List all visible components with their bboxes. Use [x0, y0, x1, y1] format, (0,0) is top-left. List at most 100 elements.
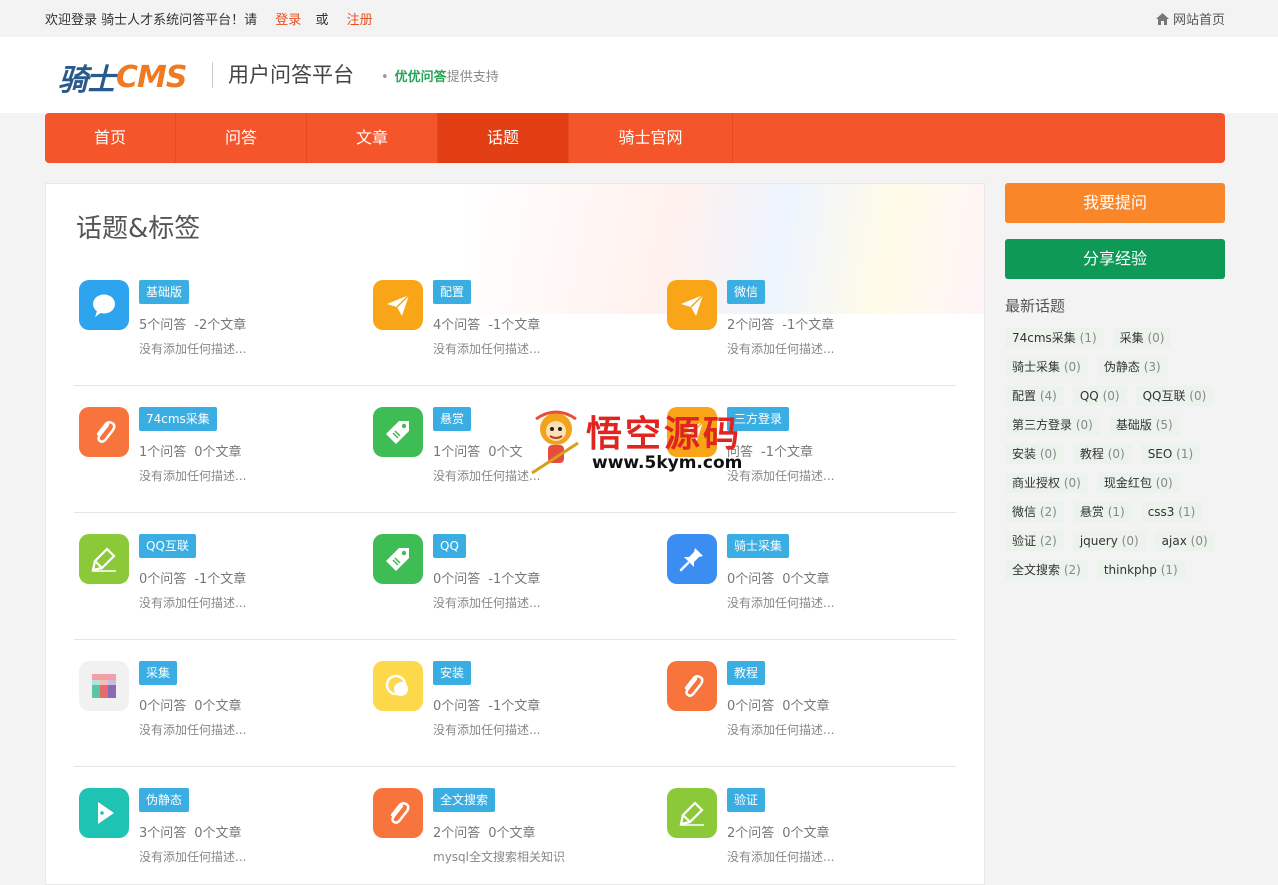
sidebar-topic-tag[interactable]: 安装 (0) [1005, 444, 1064, 464]
topic-article-count: -1个文章 [488, 699, 541, 714]
paperclip-icon[interactable] [373, 788, 423, 838]
price-tag-icon[interactable] [373, 534, 423, 584]
topic-tag[interactable]: 悬赏 [433, 407, 472, 431]
topic-stats: 1个问答 0个文 [433, 441, 523, 460]
sidebar-topic-tag[interactable]: css3 (1) [1140, 502, 1203, 522]
topic-answer-count: 0个问答 [727, 699, 775, 714]
sidebar-topic-tag[interactable]: ajax (0) [1154, 531, 1215, 551]
topic-tag[interactable]: 全文搜索 [433, 788, 496, 812]
highlighter-icon[interactable] [667, 788, 717, 838]
topic-tag[interactable]: 骑士采集 [727, 534, 790, 558]
topic-tag[interactable]: QQ [433, 534, 466, 558]
tag-name: 全文搜索 [1012, 563, 1061, 577]
color-grid-icon[interactable] [79, 661, 129, 711]
topic-tag[interactable]: 伪静态 [139, 788, 190, 812]
tag-count: (0) [1147, 331, 1165, 345]
sidebar-topic-tag[interactable]: 现金红包 (0) [1096, 473, 1180, 493]
tag-count: (1) [1176, 447, 1194, 461]
tag-count: (2) [1039, 505, 1057, 519]
topic-tag[interactable]: 基础版 [139, 280, 190, 304]
support-brand[interactable]: 优优问答 [395, 70, 447, 85]
share-experience-button[interactable]: 分享经验 [1005, 239, 1225, 279]
sidebar-topic-tag[interactable]: 74cms采集 (1) [1005, 328, 1104, 348]
topic-tag[interactable]: QQ互联 [139, 534, 196, 558]
topic-article-count: 0个文章 [488, 826, 536, 841]
topic-stats: 4个问答 -1个文章 [433, 314, 540, 333]
paper-plane-icon[interactable] [667, 280, 717, 330]
sidebar-topic-tag[interactable]: 微信 (2) [1005, 502, 1064, 522]
paper-plane-icon[interactable] [373, 280, 423, 330]
sidebar-topic-tag[interactable]: 全文搜索 (2) [1005, 560, 1088, 580]
tag-count: (0) [1039, 447, 1057, 461]
header: 骑士 CMS 用户问答平台 • 优优问答提供支持 [0, 37, 1278, 113]
site-logo[interactable]: 骑士 CMS [58, 55, 187, 99]
topic-tag[interactable]: 微信 [727, 280, 766, 304]
sidebar-topic-tag[interactable]: QQ (0) [1072, 386, 1127, 406]
sidebar-topic-tag[interactable]: 教程 (0) [1072, 444, 1132, 464]
login-link[interactable]: 登录 [275, 13, 301, 28]
logo-divider [212, 62, 213, 88]
topic-answer-count: 5个问答 [139, 318, 187, 333]
topic-tag[interactable]: 采集 [139, 661, 178, 685]
topic-article-count: 0个文章 [194, 826, 242, 841]
pushpin-icon[interactable] [667, 534, 717, 584]
nav-item-qa[interactable]: 问答 [176, 113, 307, 163]
sidebar-topic-tag[interactable]: thinkphp (1) [1096, 560, 1185, 580]
topic-article-count: -1个文章 [488, 572, 541, 587]
sidebar-topic-tag[interactable]: 伪静态 (3) [1096, 357, 1168, 377]
nav-item-official-site[interactable]: 骑士官网 [569, 113, 733, 163]
topic-stats: 2个问答 -1个文章 [727, 314, 834, 333]
sidebar-topic-tag[interactable]: 商业授权 (0) [1005, 473, 1088, 493]
nav-item-home[interactable]: 首页 [45, 113, 176, 163]
watermark: 悟空源码 www.5kym.com [530, 405, 760, 477]
tag-count: (3) [1143, 360, 1161, 374]
tag-count: (4) [1039, 389, 1057, 403]
play-icon[interactable] [79, 788, 129, 838]
topic-stats: 2个问答 0个文章 [727, 822, 830, 841]
sidebar-topic-tag[interactable]: 配置 (4) [1005, 386, 1064, 406]
sidebar-topic-tag[interactable]: 骑士采集 (0) [1005, 357, 1088, 377]
sidebar-topic-tag[interactable]: 悬赏 (1) [1072, 502, 1132, 522]
tag-name: ajax [1161, 534, 1187, 548]
topic-answer-count: 1个问答 [433, 445, 481, 460]
price-tag-icon[interactable] [373, 407, 423, 457]
topic-tag[interactable]: 74cms采集 [139, 407, 217, 431]
sidebar-topic-tag[interactable]: 第三方登录 (0) [1005, 415, 1100, 435]
topic-description: 没有添加任何描述... [139, 342, 247, 356]
topic-article-count: 0个文章 [782, 699, 830, 714]
topic-tag[interactable]: 配置 [433, 280, 472, 304]
circles-icon[interactable] [373, 661, 423, 711]
topic-tag[interactable]: 验证 [727, 788, 766, 812]
topic-description: mysql全文搜索相关知识 [433, 850, 565, 864]
sidebar: 我要提问 分享经验 最新话题 74cms采集 (1) 采集 (0) 骑士采集 (0)… [1005, 183, 1225, 589]
topic-stats: 0个问答 -1个文章 [433, 568, 540, 587]
sidebar-topic-tag[interactable]: 验证 (2) [1005, 531, 1064, 551]
nav-item-articles[interactable]: 文章 [307, 113, 438, 163]
tag-name: 第三方登录 [1012, 418, 1073, 432]
topic-stats: 0个问答 0个文章 [727, 695, 830, 714]
sidebar-topic-tag[interactable]: jquery (0) [1072, 531, 1146, 551]
topic-answer-count: 0个问答 [139, 699, 187, 714]
topic-answer-count: 2个问答 [727, 826, 775, 841]
chat-bubble-icon[interactable] [79, 280, 129, 330]
sidebar-topic-tag[interactable]: 基础版 (5) [1108, 415, 1180, 435]
topic-description: 没有添加任何描述... [727, 596, 835, 610]
latest-topics-tags: 74cms采集 (1) 采集 (0) 骑士采集 (0) 伪静态 (3) 配置 (4) QQ… [1005, 328, 1225, 589]
topic-tag[interactable]: 教程 [727, 661, 766, 685]
site-title: 用户问答平台 [228, 63, 354, 87]
sidebar-topic-tag[interactable]: SEO (1) [1140, 444, 1201, 464]
sidebar-topic-tag[interactable]: 采集 (0) [1112, 328, 1172, 348]
nav-item-topics[interactable]: 话题 [438, 113, 569, 163]
paperclip-icon[interactable] [79, 407, 129, 457]
tag-name: 微信 [1012, 505, 1037, 519]
highlighter-icon[interactable] [79, 534, 129, 584]
tag-name: 配置 [1012, 389, 1037, 403]
paperclip-icon[interactable] [667, 661, 717, 711]
topic-tag[interactable]: 安装 [433, 661, 472, 685]
home-link[interactable]: 网站首页 [1155, 9, 1225, 28]
sidebar-topic-tag[interactable]: QQ互联 (0) [1135, 386, 1214, 406]
ask-question-button[interactable]: 我要提问 [1005, 183, 1225, 223]
topic-answer-count: 0个问答 [139, 572, 187, 587]
topic-answer-count: 3个问答 [139, 826, 187, 841]
register-link[interactable]: 注册 [347, 13, 373, 28]
